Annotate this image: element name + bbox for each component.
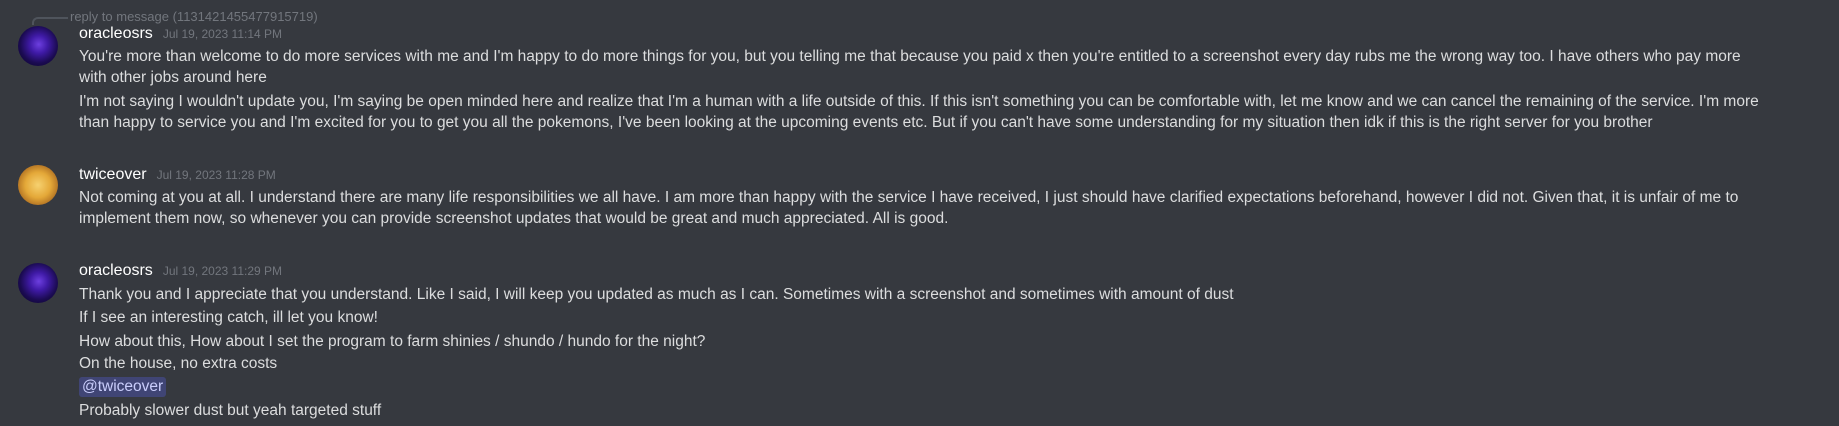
message-text: implement them now, so whenever you can … <box>79 210 949 227</box>
message-text: If I see an interesting catch, ill let y… <box>79 309 378 326</box>
message-text: You're more than welcome to do more serv… <box>79 48 1741 65</box>
message-text: Thank you and I appreciate that you unde… <box>79 286 1234 303</box>
timestamp: Jul 19, 2023 11:28 PM <box>156 168 276 182</box>
avatar[interactable] <box>18 26 58 66</box>
timestamp: Jul 19, 2023 11:14 PM <box>162 27 283 41</box>
message-text: than happy to service you and I'm excite… <box>79 114 1653 131</box>
username[interactable]: twiceover <box>79 166 147 184</box>
username[interactable]: oracleosrs <box>79 262 153 280</box>
reply-reference[interactable]: reply to message (1131421455477915719) <box>32 9 318 25</box>
message-text: Probably slower dust but yeah targeted s… <box>79 402 382 419</box>
message-text: On the house, no extra costs <box>79 355 278 372</box>
message-text: I'm not saying I wouldn't update you, I'… <box>79 93 1759 110</box>
user-mention[interactable]: @twiceover <box>79 377 167 397</box>
avatar[interactable] <box>18 165 58 205</box>
reply-connector <box>32 17 68 25</box>
message-text: Not coming at you at all. I understand t… <box>79 189 1739 206</box>
message-text: with other jobs around here <box>79 69 267 86</box>
username[interactable]: oracleosrs <box>79 25 153 43</box>
reply-text[interactable]: reply to message (1131421455477915719) <box>70 9 318 25</box>
message-text: How about this, How about I set the prog… <box>79 333 706 350</box>
timestamp: Jul 19, 2023 11:29 PM <box>162 264 283 278</box>
avatar[interactable] <box>18 263 58 303</box>
